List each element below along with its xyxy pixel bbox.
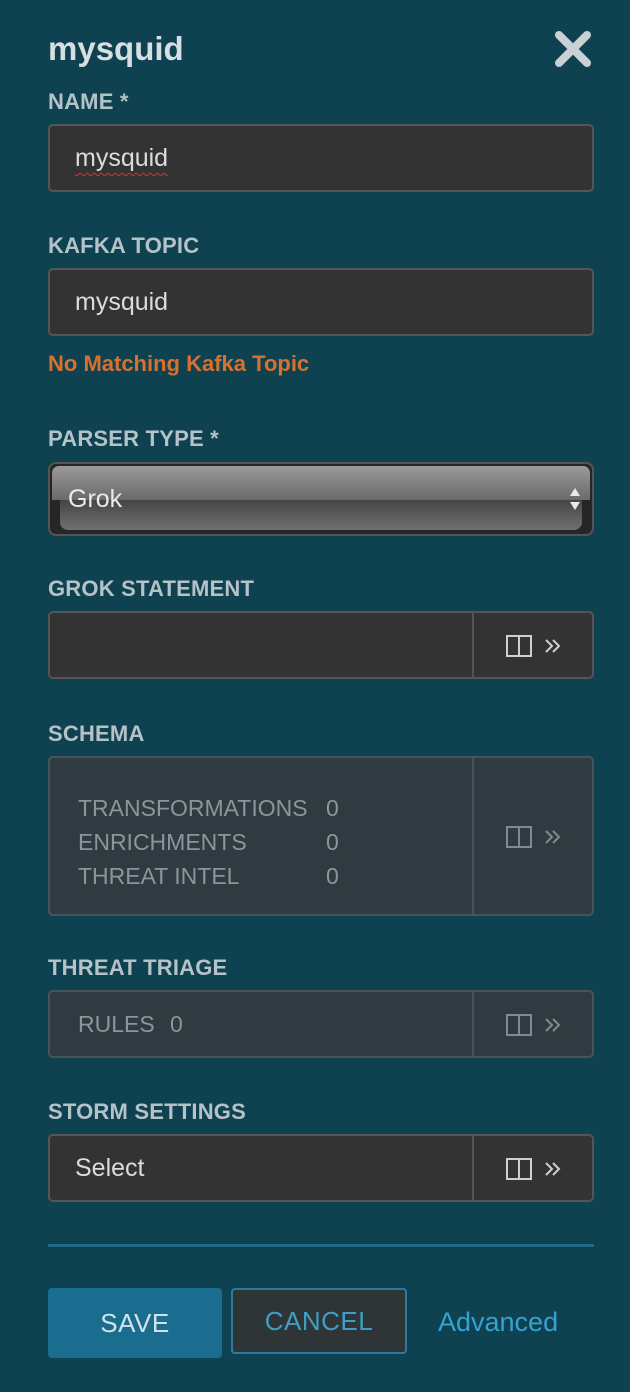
- schema-enrichments-count: 0: [326, 829, 339, 855]
- schema-panel[interactable]: TRANSFORMATIONS 0 ENRICHMENTS 0 THREAT I…: [48, 756, 594, 916]
- schema-transformations-count: 0: [326, 795, 339, 821]
- schema-transformations-label: TRANSFORMATIONS: [78, 795, 308, 821]
- kafka-topic-input[interactable]: mysquid: [48, 268, 594, 336]
- save-button[interactable]: SAVE: [48, 1288, 222, 1358]
- cancel-button[interactable]: CANCEL: [231, 1288, 407, 1354]
- footer-divider: [48, 1244, 594, 1247]
- storm-settings-value: Select: [75, 1154, 145, 1182]
- close-icon[interactable]: [554, 28, 592, 70]
- advanced-link[interactable]: Advanced: [438, 1304, 558, 1340]
- threat-triage-rules-label: RULES: [78, 1011, 155, 1037]
- schema-label: SCHEMA: [48, 721, 145, 746]
- storm-settings-label: STORM SETTINGS: [48, 1099, 246, 1124]
- storm-settings-field[interactable]: Select: [48, 1134, 594, 1202]
- parser-type-select-value: Grok: [68, 485, 123, 513]
- panel-title: mysquid: [48, 30, 184, 67]
- threat-triage-panel[interactable]: RULES 0: [48, 990, 594, 1058]
- expand-pane-icon[interactable]: [506, 826, 562, 848]
- grok-statement-label: GROK STATEMENT: [48, 576, 255, 601]
- schema-threat-intel-label: THREAT INTEL: [78, 863, 240, 889]
- schema-threat-intel-count: 0: [326, 863, 339, 889]
- name-input-value: mysquid: [75, 144, 169, 172]
- name-label: NAME *: [48, 89, 129, 114]
- threat-triage-rules-count: 0: [170, 1011, 183, 1037]
- grok-statement-field[interactable]: [48, 611, 594, 679]
- select-arrows-icon: [570, 488, 580, 510]
- expand-pane-icon[interactable]: [506, 1014, 562, 1036]
- threat-triage-label: THREAT TRIAGE: [48, 955, 228, 980]
- schema-enrichments-label: ENRICHMENTS: [78, 829, 247, 855]
- parser-type-select[interactable]: Grok: [48, 462, 594, 536]
- kafka-topic-input-value: mysquid: [75, 288, 169, 316]
- parser-type-label: PARSER TYPE *: [48, 426, 219, 451]
- expand-pane-icon[interactable]: [506, 1158, 562, 1180]
- name-input[interactable]: mysquid: [48, 124, 594, 192]
- kafka-topic-warning: No Matching Kafka Topic: [48, 351, 310, 376]
- kafka-topic-label: KAFKA TOPIC: [48, 233, 200, 258]
- expand-pane-icon[interactable]: [506, 635, 562, 657]
